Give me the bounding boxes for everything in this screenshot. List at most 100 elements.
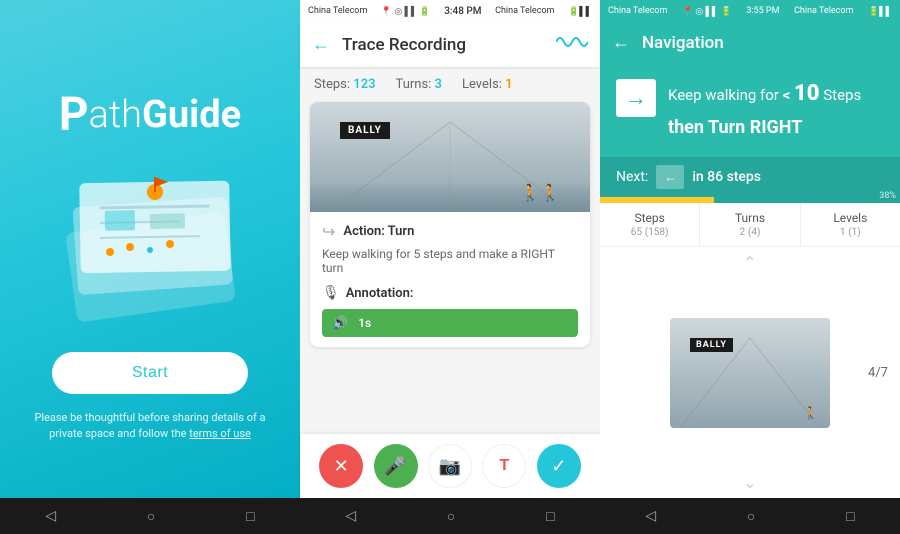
- trace-nav-home-icon[interactable]: ○: [447, 508, 455, 525]
- status-time: 3:48 PM: [444, 6, 481, 17]
- logo-guide-text: Guide: [142, 93, 241, 137]
- nav-time: 3:55 PM: [746, 6, 779, 16]
- trace-nav-recents-icon[interactable]: □: [546, 508, 554, 525]
- trace-header: ← Trace Recording: [300, 22, 600, 67]
- nav-header: ← Navigation: [600, 22, 900, 63]
- annotation-label: Annotation:: [346, 286, 414, 301]
- trace-back-button[interactable]: ←: [312, 34, 330, 55]
- next-steps-text: in 86 steps: [692, 169, 761, 185]
- terms-link[interactable]: terms of use: [189, 427, 251, 440]
- mic-button[interactable]: 🎤: [374, 444, 418, 488]
- nav-turns-label: Turns: [704, 211, 795, 225]
- camera-button[interactable]: 📷: [428, 444, 472, 488]
- steps-label: Steps:: [314, 77, 350, 92]
- card-image: BALLY 🚶🚶: [310, 102, 590, 212]
- trace-nav-bar: ◁ ○ □: [300, 498, 600, 534]
- home-footer: Please be thoughtful before sharing deta…: [0, 410, 300, 443]
- nav-levels-label: Levels: [805, 211, 896, 225]
- nav-steps-value: 65 (158): [604, 225, 695, 238]
- nav-carrier: China Telecom: [608, 6, 667, 16]
- nav-nav-recents-icon[interactable]: □: [846, 508, 854, 525]
- trace-card: BALLY 🚶🚶 ↪ Action: Turn Keep walking: [310, 102, 590, 347]
- image-counter: 4/7: [868, 365, 888, 380]
- trace-nav-back-icon[interactable]: ◁: [345, 508, 356, 524]
- nav-carrier2: China Telecom: [794, 6, 853, 16]
- nav-steps-stat: Steps 65 (158): [600, 203, 700, 246]
- levels-label: Levels:: [462, 77, 502, 92]
- text-button[interactable]: T: [482, 444, 526, 488]
- trace-bottom-bar: ✕ 🎤 📷 T ✓: [300, 434, 600, 498]
- annotation-row: 🎙 Annotation:: [322, 285, 578, 301]
- nav-title: Navigation: [642, 33, 724, 53]
- carrier-left: China Telecom: [308, 6, 367, 16]
- confirm-button[interactable]: ✓: [537, 444, 581, 488]
- action-turn-icon: ↪: [322, 222, 335, 241]
- next-turn-icon: ←: [656, 165, 684, 189]
- trace-panel: China Telecom 📍 ◎ ▌▌ 🔋 3:48 PM China Tel…: [300, 0, 600, 534]
- speaker-icon: 🔊: [332, 316, 348, 331]
- progress-bar: 38%: [600, 197, 900, 203]
- nav-instruction-panel: → Keep walking for < 10 Steps then Turn …: [600, 63, 900, 157]
- progress-percent: 38%: [879, 191, 896, 201]
- next-row: Next: ← in 86 steps: [600, 157, 900, 197]
- turns-label: Turns:: [396, 77, 432, 92]
- nav-levels-stat: Levels 1 (1): [801, 203, 900, 246]
- steps-word: Steps: [823, 86, 861, 104]
- nav-stats-row: Steps 65 (158) Turns 2 (4) Levels 1 (1): [600, 203, 900, 247]
- signal-icons: 📍 ◎ ▌▌ 🔋: [381, 6, 431, 17]
- instruction-main: → Keep walking for < 10 Steps then Turn …: [616, 77, 884, 141]
- logo-path-text: ath: [89, 93, 142, 137]
- chevron-up-icon: ⌃: [743, 253, 756, 272]
- turn-instruction: then Turn RIGHT: [668, 114, 884, 141]
- nav-nav-bar: ◁ ○ □: [600, 498, 900, 534]
- home-nav-bar: ◁ ○ □: [0, 498, 300, 534]
- walking-figures: 🚶🚶: [520, 183, 560, 202]
- nav-building-bg: BALLY 🚶: [670, 318, 830, 428]
- nav-building-image: BALLY 🚶: [670, 318, 830, 428]
- card-body: ↪ Action: Turn Keep walking for 5 steps …: [310, 212, 590, 347]
- battery-icons: 🔋▌▌: [568, 6, 592, 17]
- action-description: Keep walking for 5 steps and make a RIGH…: [322, 247, 578, 275]
- nav-back-icon[interactable]: ◁: [45, 508, 56, 524]
- nav-panel: China Telecom 📍 ◎ ▌▌ 🔋 3:55 PM China Tel…: [600, 0, 900, 534]
- audio-bar[interactable]: 🔊 1s: [322, 309, 578, 337]
- steps-value: 123: [353, 77, 375, 92]
- start-button[interactable]: Start: [52, 352, 248, 394]
- building-image: BALLY 🚶🚶: [310, 102, 590, 212]
- logo-letter-p: P: [59, 92, 89, 138]
- home-panel: P ath Guide Star: [0, 0, 300, 534]
- trace-title: Trace Recording: [342, 35, 556, 55]
- chevron-down-icon: ⌄: [743, 473, 756, 492]
- nav-back-button[interactable]: ←: [612, 32, 630, 53]
- nav-home-icon[interactable]: ○: [147, 508, 155, 525]
- map-illustration: [50, 162, 250, 322]
- keep-walking-text: Keep walking for: [668, 86, 783, 104]
- next-label: Next:: [616, 169, 648, 185]
- progress-fill: [600, 197, 714, 203]
- action-label: Action: Turn: [343, 224, 414, 239]
- steps-stat: Steps: 123: [314, 77, 376, 92]
- less-than-symbol: <: [783, 86, 791, 104]
- turn-right-icon: →: [616, 79, 656, 117]
- nav-nav-back-icon[interactable]: ◁: [645, 508, 656, 524]
- instruction-text: Keep walking for < 10 Steps then Turn RI…: [668, 77, 884, 141]
- trace-status-bar: China Telecom 📍 ◎ ▌▌ 🔋 3:48 PM China Tel…: [300, 0, 600, 22]
- nav-status-bar: China Telecom 📍 ◎ ▌▌ 🔋 3:55 PM China Tel…: [600, 0, 900, 22]
- cancel-button[interactable]: ✕: [319, 444, 363, 488]
- turns-value: 3: [435, 77, 442, 92]
- nav-image-area: ⌃ BALLY 🚶 ⌄ 4/7: [600, 247, 900, 498]
- nav-recents-icon[interactable]: □: [246, 508, 254, 525]
- action-row: ↪ Action: Turn: [322, 222, 578, 241]
- microphone-icon: 🎙: [322, 285, 340, 301]
- nav-turns-stat: Turns 2 (4): [700, 203, 800, 246]
- nav-battery: 🔋▌▌: [868, 6, 892, 17]
- stats-row: Steps: 123 Turns: 3 Levels: 1: [310, 77, 590, 92]
- turns-stat: Turns: 3: [396, 77, 442, 92]
- instruction-line1: Keep walking for < 10 Steps: [668, 77, 884, 110]
- logo-area: P ath Guide: [59, 92, 241, 138]
- levels-stat: Levels: 1: [462, 77, 513, 92]
- audio-duration: 1s: [358, 316, 371, 330]
- nav-steps-label: Steps: [604, 211, 695, 225]
- carrier-right: China Telecom: [495, 6, 554, 16]
- nav-nav-home-icon[interactable]: ○: [747, 508, 755, 525]
